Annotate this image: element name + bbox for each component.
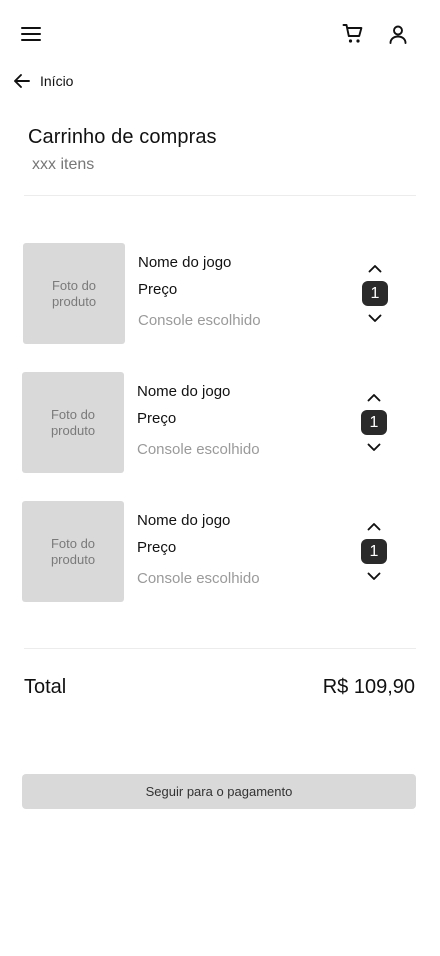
item-count: xxx itens — [32, 156, 95, 173]
divider — [24, 195, 416, 196]
quantity-value: 1 — [361, 539, 387, 564]
menu-icon[interactable] — [17, 20, 45, 48]
divider — [24, 648, 416, 649]
breadcrumb-back-link[interactable]: Início — [12, 70, 73, 92]
quantity-value: 1 — [362, 281, 388, 306]
product-console: Console escolhido — [137, 441, 260, 458]
page-title: Carrinho de compras — [28, 126, 217, 148]
quantity-stepper: 1 — [360, 390, 390, 458]
product-photo: Foto do produto — [23, 243, 125, 344]
product-price: Preço — [137, 539, 177, 556]
chevron-down-icon[interactable] — [363, 440, 385, 454]
total-value: R$ 109,90 — [322, 676, 415, 698]
product-photo: Foto do produto — [22, 372, 124, 473]
product-photo-label: Foto do produto — [50, 535, 96, 567]
product-name: Nome do jogo — [137, 383, 231, 400]
quantity-stepper: 1 — [361, 261, 391, 329]
cart-icon[interactable] — [339, 20, 367, 48]
chevron-down-icon[interactable] — [364, 311, 386, 325]
product-photo-label: Foto do produto — [51, 277, 97, 309]
breadcrumb-label: Início — [40, 73, 74, 89]
product-console: Console escolhido — [137, 570, 260, 587]
quantity-value: 1 — [361, 410, 387, 435]
user-icon[interactable] — [384, 20, 412, 48]
chevron-up-icon[interactable] — [364, 261, 386, 275]
chevron-down-icon[interactable] — [363, 569, 385, 583]
product-price: Preço — [137, 410, 177, 427]
chevron-up-icon[interactable] — [363, 519, 385, 533]
arrow-left-icon — [12, 71, 32, 91]
product-photo: Foto do produto — [22, 501, 124, 602]
product-name: Nome do jogo — [138, 254, 232, 271]
cart-item: Foto do produto Nome do jogo Preço Conso… — [22, 501, 402, 603]
product-photo-label: Foto do produto — [50, 406, 96, 438]
product-name: Nome do jogo — [137, 512, 231, 529]
checkout-button[interactable]: Seguir para o pagamento — [22, 774, 416, 809]
cart-item: Foto do produto Nome do jogo Preço Conso… — [23, 243, 403, 345]
product-price: Preço — [138, 281, 178, 298]
total-label: Total — [24, 676, 67, 698]
top-bar — [0, 0, 440, 68]
cart-item: Foto do produto Nome do jogo Preço Conso… — [22, 372, 402, 474]
product-console: Console escolhido — [138, 312, 261, 329]
quantity-stepper: 1 — [360, 519, 390, 587]
chevron-up-icon[interactable] — [363, 390, 385, 404]
